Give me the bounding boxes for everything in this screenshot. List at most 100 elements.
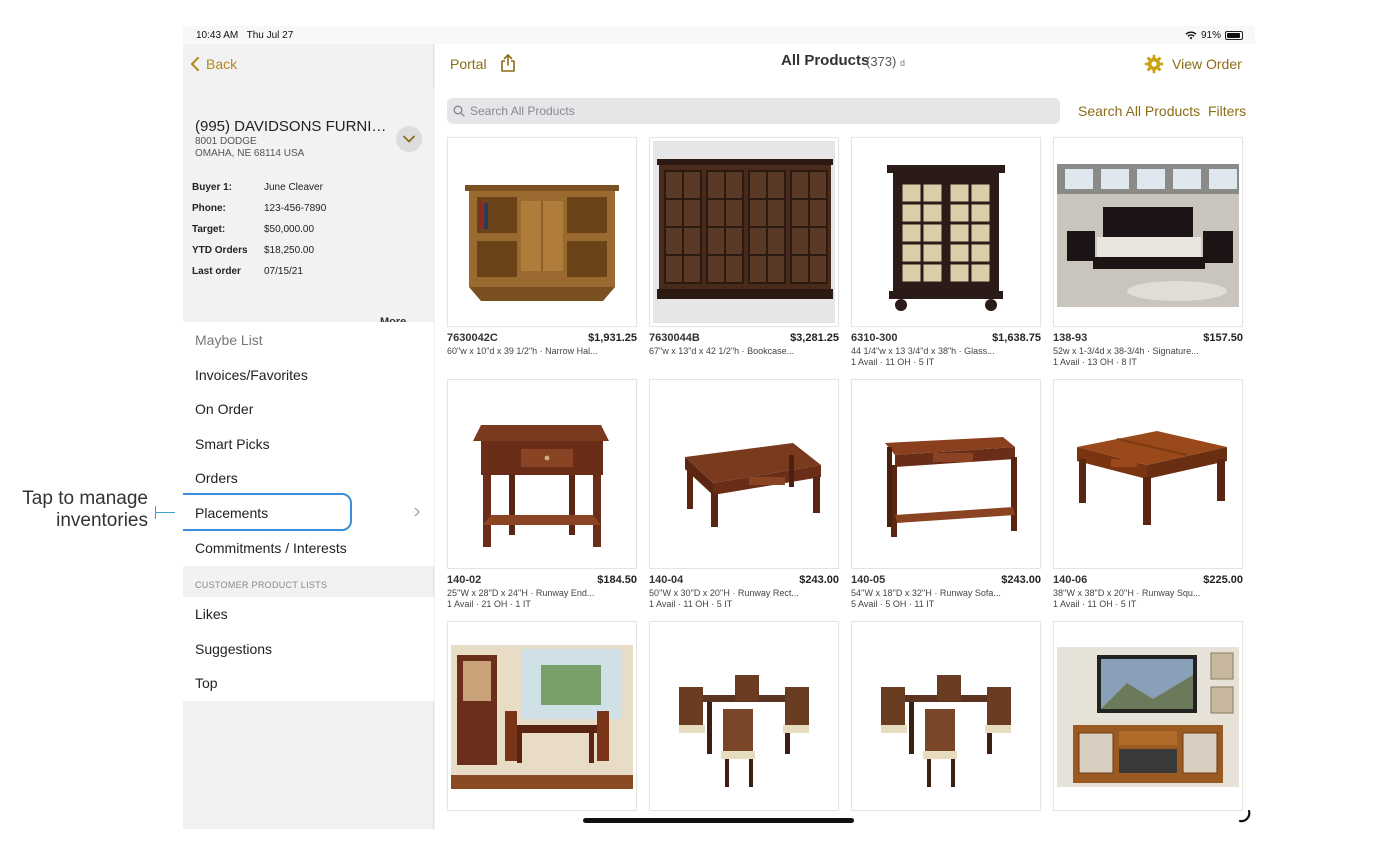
customer-menu: Maybe List Invoices/Favorites On Order Smar… <box>183 322 434 566</box>
info-label: Last order <box>192 266 241 277</box>
info-label: Phone: <box>192 203 226 214</box>
back-label: Back <box>206 56 238 72</box>
ipad-screen: 10:43 AM Thu Jul 27 91% Back (995) DAVID… <box>183 26 1255 829</box>
placements-chevron-icon <box>414 507 420 517</box>
spinner-icon <box>1238 809 1251 823</box>
product-image[interactable] <box>851 379 1041 569</box>
product-image[interactable] <box>1053 621 1243 811</box>
customer-expand-button[interactable] <box>396 126 422 152</box>
info-value: 123-456-7890 <box>264 203 327 214</box>
menu-item-on-order[interactable]: On Order <box>195 401 253 417</box>
product-description: 44 1/4"w x 13 3/4"d x 38"h · Glass... <box>851 346 995 356</box>
menu-item-orders[interactable]: Orders <box>195 470 238 486</box>
share-icon[interactable] <box>498 53 518 73</box>
product-image[interactable] <box>1053 137 1243 327</box>
bedroom-set-image <box>1057 141 1239 323</box>
product-description: 60"w x 10"d x 39 1/2"h · Narrow Hal... <box>447 346 598 356</box>
product-image[interactable] <box>1053 379 1243 569</box>
filters-button[interactable]: Filters <box>1208 103 1246 119</box>
annotation-callout: Tap to manage inventories <box>0 488 148 532</box>
home-indicator[interactable] <box>583 818 854 823</box>
product-price: $184.50 <box>597 574 637 586</box>
product-image[interactable] <box>447 137 637 327</box>
product-price: $3,281.25 <box>790 332 839 344</box>
info-value: 07/15/21 <box>264 266 303 277</box>
menu-item-invoices-favorites[interactable]: Invoices/Favorites <box>195 367 308 383</box>
address-line-1: 8001 DODGE <box>195 136 257 147</box>
product-stock: 1 Avail · 13 OH · 8 IT <box>1053 357 1137 367</box>
list-item-likes[interactable]: Likes <box>195 606 228 622</box>
product-count-suffix: d <box>899 58 905 68</box>
product-image[interactable] <box>649 379 839 569</box>
product-stock: 5 Avail · 5 OH · 11 IT <box>851 599 935 609</box>
product-description: 67"w x 13"d x 42 1/2"h · Bookcase... <box>649 346 795 356</box>
tv-console-image <box>1057 625 1239 807</box>
wifi-icon <box>1185 31 1197 40</box>
product-description: 54''W x 18''D x 32''H · Runway Sofa... <box>851 588 1001 598</box>
product-sku: 138-93 <box>1053 332 1088 344</box>
product-sku: 7630042C <box>447 332 498 344</box>
info-row: Target: $50,000.00 <box>192 224 314 235</box>
product-stock: 1 Avail · 11 OH · 5 IT <box>851 357 935 367</box>
product-price: $1,638.75 <box>992 332 1041 344</box>
product-image[interactable] <box>447 621 637 811</box>
product-stock: 1 Avail · 21 OH · 1 IT <box>447 599 531 609</box>
address-line-2: OMAHA, NE 68114 USA <box>195 148 305 159</box>
product-sku: 140-04 <box>649 574 684 586</box>
customer-card: (995) DAVIDSONS FURNITURE 8001 DODGE OMA… <box>183 88 434 328</box>
battery-percent: 91% <box>1200 30 1221 41</box>
portal-button[interactable]: Portal <box>450 56 487 72</box>
customer-name: (995) DAVIDSONS FURNITURE <box>195 118 395 135</box>
toolbar: Portal All Products (373) d View Order <box>435 44 1255 84</box>
menu-item-smart-picks[interactable]: Smart Picks <box>195 436 270 452</box>
info-label: Buyer 1: <box>192 182 233 193</box>
dining-room-image <box>451 625 633 807</box>
dining-set-image <box>855 625 1037 807</box>
gear-icon[interactable] <box>1144 54 1164 74</box>
search-all-products-button[interactable]: Search All Products <box>1078 103 1200 119</box>
info-value: June Cleaver <box>264 182 323 193</box>
info-row: YTD Orders $18,250.00 <box>192 245 314 256</box>
status-indicators: 91% <box>1185 30 1243 41</box>
product-price: $1,931.25 <box>588 332 637 344</box>
chevron-right-icon <box>414 506 420 520</box>
search-input[interactable] <box>470 104 1030 118</box>
product-image[interactable] <box>447 379 637 569</box>
menu-item-commitments-interests[interactable]: Commitments / Interests <box>195 540 347 556</box>
product-count-value: (373) <box>866 54 897 69</box>
product-price: $243.00 <box>799 574 839 586</box>
status-bar: 10:43 AM Thu Jul 27 91% <box>183 26 1255 44</box>
product-image[interactable] <box>649 137 839 327</box>
status-clock: 10:43 AM <box>196 30 239 41</box>
glass-bookcase-image <box>653 141 835 323</box>
product-description: 25''W x 28''D x 24''H · Runway End... <box>447 588 595 598</box>
status-time: 10:43 AM Thu Jul 27 <box>196 30 293 41</box>
info-row: Phone: 123-456-7890 <box>192 203 326 214</box>
customer-lists: Likes Suggestions Top <box>183 597 434 701</box>
product-image[interactable] <box>649 621 839 811</box>
search-bar[interactable] <box>447 98 1060 124</box>
product-sku: 140-06 <box>1053 574 1088 586</box>
product-description: 38''W x 38''D x 20''H · Runway Squ... <box>1053 588 1201 598</box>
dining-set-image <box>653 625 835 807</box>
loading-indicator-icon <box>1237 809 1251 823</box>
info-label: YTD Orders <box>192 245 248 256</box>
product-sku: 140-02 <box>447 574 482 586</box>
status-date: Thu Jul 27 <box>246 30 294 41</box>
product-description: 52w x 1-3/4d x 38-3/4h · Signature... <box>1053 346 1199 356</box>
menu-item-maybe-list[interactable]: Maybe List <box>195 332 263 348</box>
product-sku: 7630044B <box>649 332 700 344</box>
product-image[interactable] <box>851 137 1041 327</box>
glass-cabinet-image <box>855 141 1037 323</box>
square-table-image <box>1057 383 1239 565</box>
main-panel: Portal All Products (373) d View Order S… <box>435 44 1255 829</box>
list-item-suggestions[interactable]: Suggestions <box>195 641 272 657</box>
list-item-top[interactable]: Top <box>195 675 218 691</box>
callout-connector-line <box>155 512 175 513</box>
back-button[interactable]: Back <box>190 56 237 72</box>
view-order-button[interactable]: View Order <box>1172 56 1242 72</box>
product-image[interactable] <box>851 621 1041 811</box>
info-value: $50,000.00 <box>264 224 315 235</box>
page-title: All Products <box>781 52 870 69</box>
menu-item-placements[interactable]: Placements <box>195 505 268 521</box>
